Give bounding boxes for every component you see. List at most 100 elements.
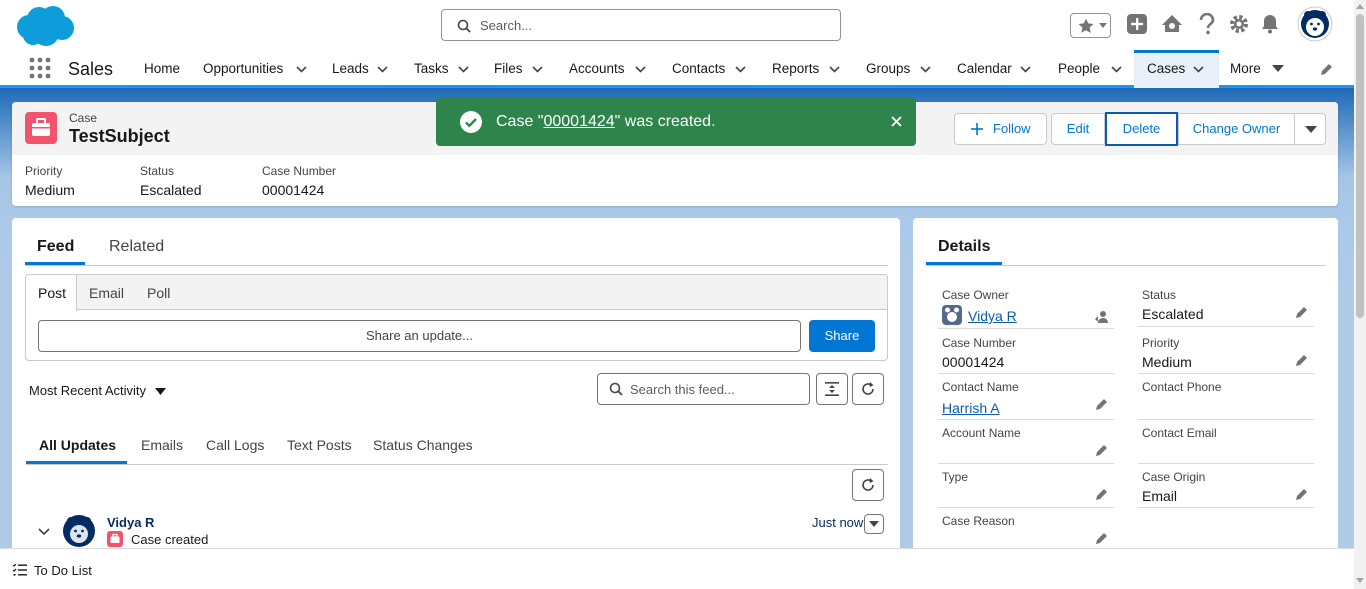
app-launcher-icon[interactable] — [29, 57, 51, 79]
caret-down-icon[interactable] — [1272, 65, 1284, 73]
field-value-case-owner[interactable]: Vidya R — [968, 308, 1017, 324]
todo-list-button[interactable]: To Do List — [34, 563, 92, 578]
feed-search-input[interactable]: Search this feed... — [597, 373, 810, 405]
nav-item-groups[interactable]: Groups — [866, 50, 910, 88]
feed-item-menu-button[interactable] — [864, 514, 884, 534]
refresh-icon — [861, 478, 875, 492]
field-label-case-reason: Case Reason — [942, 514, 1015, 528]
nav-item-tasks[interactable]: Tasks — [414, 50, 449, 88]
close-icon[interactable] — [891, 116, 902, 127]
nav-item-cases[interactable]: Cases — [1134, 50, 1219, 88]
field-label-type: Type — [942, 470, 969, 484]
sort-dropdown[interactable]: Most Recent Activity — [29, 383, 146, 398]
chevron-down-icon[interactable] — [1020, 66, 1031, 73]
filter-text-posts[interactable]: Text Posts — [287, 437, 352, 453]
trailhead-icon[interactable] — [1160, 13, 1184, 35]
delete-button[interactable]: Delete — [1105, 112, 1178, 146]
highlight-value-case-number: 00001424 — [262, 182, 325, 198]
author-avatar[interactable] — [62, 514, 96, 548]
highlight-label-case-number: Case Number — [262, 164, 337, 178]
chevron-down-icon[interactable] — [1111, 66, 1122, 73]
feed-item-timestamp[interactable]: Just now — [812, 515, 863, 530]
publisher-tab-post[interactable]: Post — [38, 285, 66, 301]
user-avatar[interactable] — [1297, 6, 1333, 42]
chevron-down-icon[interactable] — [38, 528, 50, 536]
filter-emails[interactable]: Emails — [141, 437, 183, 453]
details-tab-divider — [926, 265, 1326, 266]
share-button[interactable]: Share — [809, 320, 875, 352]
field-value-case-number: 00001424 — [942, 354, 1005, 370]
caret-down-icon — [1305, 126, 1317, 134]
field-value-status: Escalated — [1142, 306, 1204, 322]
nav-item-contacts[interactable]: Contacts — [672, 50, 725, 88]
chevron-down-icon[interactable] — [635, 66, 646, 73]
filter-status-changes[interactable]: Status Changes — [373, 437, 473, 453]
chevron-down-icon[interactable] — [458, 66, 469, 73]
chevron-down-icon[interactable] — [1193, 66, 1204, 73]
more-actions-button[interactable] — [1294, 113, 1326, 145]
nav-item-files[interactable]: Files — [494, 50, 523, 88]
edit-pencil-icon[interactable] — [1295, 305, 1309, 319]
nav-item-calendar[interactable]: Calendar — [957, 50, 1012, 88]
chevron-down-icon[interactable] — [296, 66, 307, 73]
nav-item-reports[interactable]: Reports — [772, 50, 819, 88]
global-create-icon[interactable] — [1126, 13, 1148, 35]
chevron-down-icon[interactable] — [829, 66, 840, 73]
field-value-contact-name[interactable]: Harrish A — [942, 400, 1000, 416]
follow-button[interactable]: Follow — [954, 113, 1047, 145]
feed-item-author[interactable]: Vidya R — [107, 515, 154, 530]
field-label-contact-phone: Contact Phone — [1142, 380, 1222, 394]
search-icon — [609, 382, 623, 396]
toast-suffix: " was created. — [614, 113, 716, 130]
nav-item-opportunities[interactable]: Opportunities — [203, 50, 283, 88]
tab-feed[interactable]: Feed — [37, 238, 74, 256]
gear-icon[interactable] — [1228, 13, 1250, 35]
edit-button[interactable]: Edit — [1051, 113, 1105, 145]
favorites-button[interactable] — [1070, 13, 1111, 38]
tab-related[interactable]: Related — [109, 238, 164, 256]
feed-item-action: Case created — [131, 532, 209, 547]
tab-divider — [25, 265, 888, 266]
publisher-tab-poll[interactable]: Poll — [147, 285, 170, 301]
chevron-down-icon[interactable] — [920, 66, 931, 73]
scrollbar-thumb[interactable] — [1356, 14, 1364, 318]
nav-item-people[interactable]: People — [1058, 50, 1100, 88]
edit-nav-pencil-icon[interactable] — [1320, 62, 1334, 76]
field-divider — [938, 373, 1114, 374]
filter-all-updates[interactable]: All Updates — [39, 437, 116, 453]
filter-call-logs[interactable]: Call Logs — [206, 437, 264, 453]
refresh-updates-button[interactable] — [852, 469, 884, 501]
change-owner-icon[interactable] — [1095, 310, 1109, 324]
scroll-down-arrow-icon[interactable] — [1356, 578, 1364, 584]
edit-pencil-icon[interactable] — [1095, 531, 1109, 545]
salesforce-logo-icon[interactable] — [15, 5, 75, 47]
chevron-down-icon[interactable] — [735, 66, 746, 73]
edit-pencil-icon[interactable] — [1095, 443, 1109, 457]
change-owner-button[interactable]: Change Owner — [1178, 113, 1295, 145]
toast-prefix: Case " — [496, 113, 544, 130]
chevron-down-icon[interactable] — [377, 66, 388, 73]
nav-item-accounts[interactable]: Accounts — [569, 50, 625, 88]
notifications-bell-icon[interactable] — [1259, 13, 1281, 35]
edit-pencil-icon[interactable] — [1095, 397, 1109, 411]
edit-pencil-icon[interactable] — [1095, 487, 1109, 501]
edit-pencil-icon[interactable] — [1295, 487, 1309, 501]
nav-item-home[interactable]: Home — [144, 50, 180, 88]
refresh-feed-button[interactable] — [852, 373, 884, 405]
publisher-tab-email[interactable]: Email — [89, 285, 124, 301]
toast-case-link[interactable]: 00001424 — [543, 113, 614, 130]
edit-pencil-icon[interactable] — [1295, 353, 1309, 367]
tab-details[interactable]: Details — [938, 238, 990, 256]
collapse-expand-button[interactable] — [816, 373, 848, 405]
field-label-account-name: Account Name — [942, 426, 1021, 440]
help-icon[interactable] — [1198, 13, 1216, 35]
feed-search-placeholder: Search this feed... — [630, 382, 735, 397]
nav-item-more[interactable]: More — [1230, 50, 1261, 88]
global-search-input[interactable]: Search... — [441, 9, 841, 41]
share-update-input[interactable]: Share an update... — [38, 320, 801, 352]
nav-item-leads[interactable]: Leads — [332, 50, 369, 88]
chevron-down-icon[interactable] — [532, 66, 543, 73]
plus-icon — [971, 123, 983, 135]
caret-down-icon[interactable] — [155, 388, 166, 395]
scroll-up-arrow-icon[interactable] — [1356, 3, 1364, 9]
